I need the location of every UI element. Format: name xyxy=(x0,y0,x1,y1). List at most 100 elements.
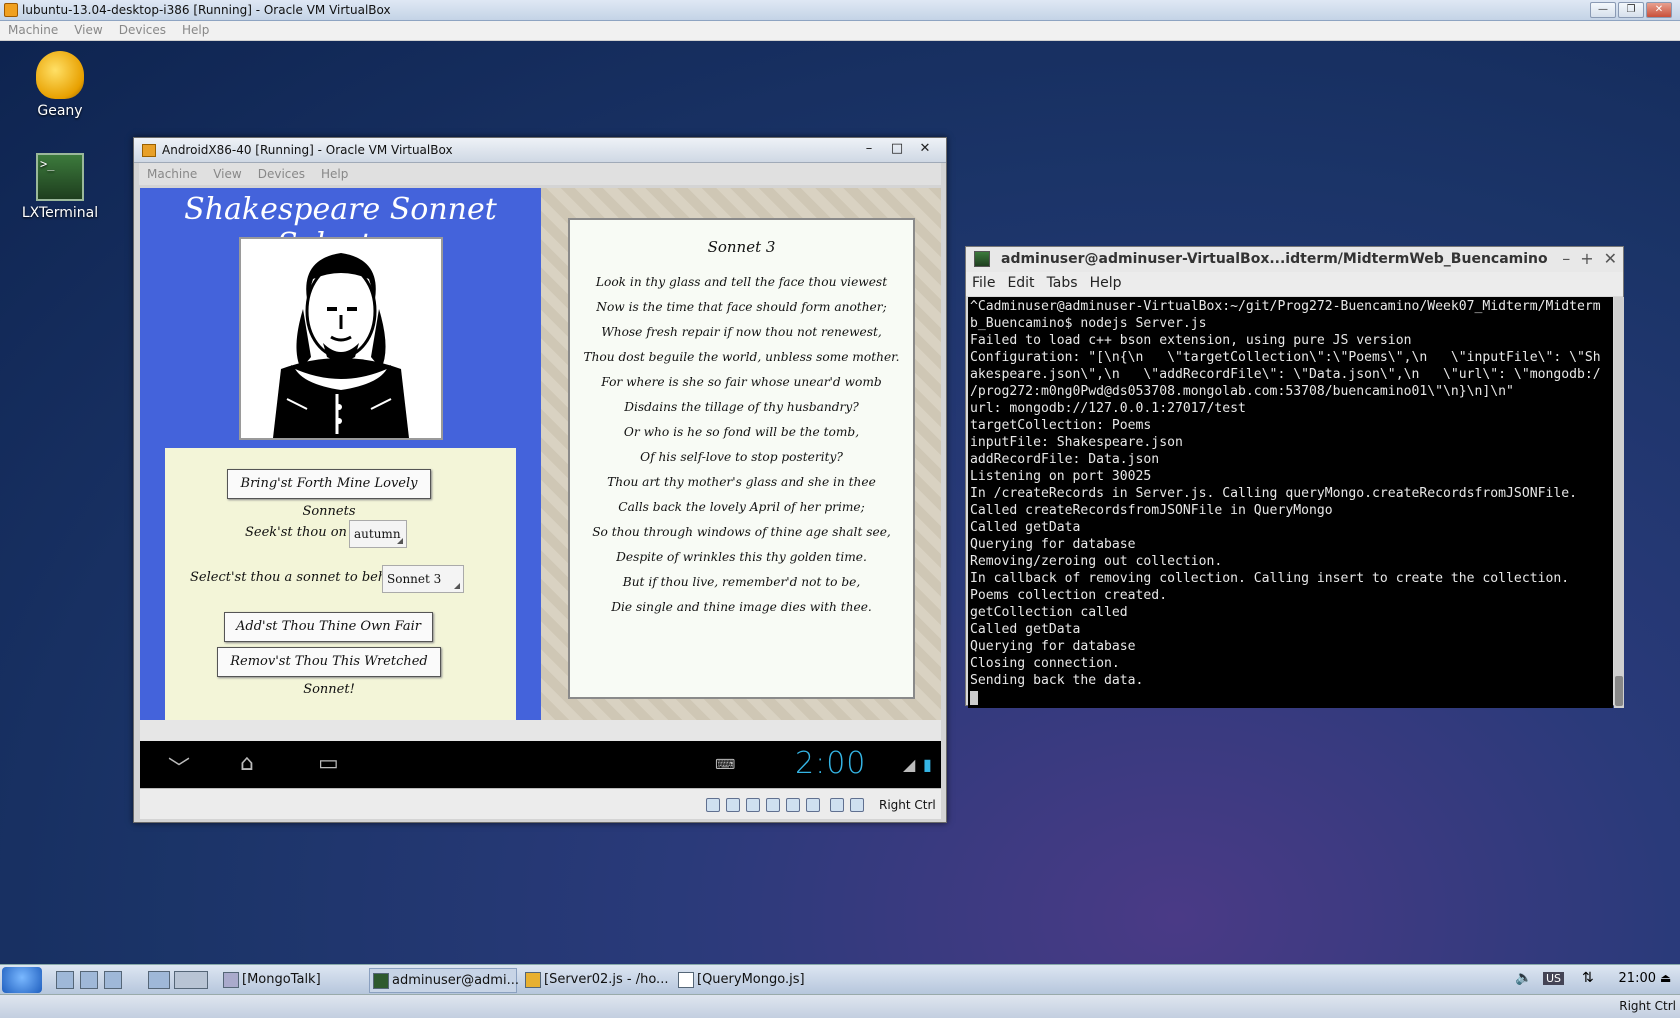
home-icon[interactable]: ⌂ xyxy=(240,751,254,776)
poem-lines: Look in thy glass and tell the face thou… xyxy=(570,270,913,620)
close-button[interactable]: ✕ xyxy=(1646,2,1672,18)
task-server02[interactable]: [Server02.js - /ho... xyxy=(522,968,672,993)
browser-icon[interactable] xyxy=(80,971,98,989)
volume-icon[interactable]: 🔈 xyxy=(1515,970,1533,988)
terminal-title: adminuser@adminuser-VirtualBox...idterm/… xyxy=(1001,251,1548,267)
menu-help[interactable]: Help xyxy=(313,163,356,185)
recent-apps-icon[interactable]: ▭ xyxy=(318,751,339,776)
android-vm-window: AndroidX86-40 [Running] - Oracle VM Virt… xyxy=(133,137,947,823)
poem-line: Disdains the tillage of thy husbandry? xyxy=(624,400,859,414)
menu-machine[interactable]: Machine xyxy=(139,163,205,185)
minimize-button[interactable]: – xyxy=(858,141,880,159)
terminal-line: Closing connection. xyxy=(970,656,1120,671)
scrollbar-thumb[interactable] xyxy=(1615,676,1623,706)
workspace-1-icon[interactable] xyxy=(148,971,170,989)
menu-devices[interactable]: Devices xyxy=(111,21,174,39)
network-icon[interactable] xyxy=(786,798,800,812)
android-window-title: AndroidX86-40 [Running] - Oracle VM Virt… xyxy=(162,143,453,157)
taskbar: [MongoTalk] adminuser@admi... [Server02.… xyxy=(0,964,1680,994)
file-manager-icon[interactable] xyxy=(56,971,74,989)
menu-help[interactable]: Help xyxy=(1084,272,1128,296)
terminal-line: Sending back the data. xyxy=(970,673,1144,688)
teapot-icon xyxy=(525,972,541,988)
terminal-line: Poems collection created. xyxy=(970,588,1168,603)
minimize-button[interactable]: — xyxy=(1590,2,1616,18)
terminal-cursor xyxy=(970,690,978,705)
back-icon[interactable]: ﹀ xyxy=(168,751,190,783)
menu-view[interactable]: View xyxy=(205,163,249,185)
terminal-output[interactable]: ^Cadminuser@adminuser-VirtualBox:~/git/P… xyxy=(968,297,1613,708)
menu-devices[interactable]: Devices xyxy=(250,163,313,185)
terminal-line: addRecordFile: Data.json xyxy=(970,452,1160,467)
sonnet-select[interactable]: Sonnet 3 xyxy=(382,565,464,593)
task-terminal[interactable]: adminuser@admi... xyxy=(369,968,519,993)
menu-help[interactable]: Help xyxy=(174,21,217,39)
vm-status-bar: Right Ctrl xyxy=(140,788,941,819)
terminal-scrollbar[interactable] xyxy=(1614,297,1624,708)
close-button[interactable]: ✕ xyxy=(1604,249,1617,268)
terminal-line: url: mongodb://127.0.0.1:27017/test xyxy=(970,401,1246,416)
season-select[interactable]: autumn xyxy=(349,520,407,548)
keyboard-icon: ⌨ xyxy=(715,757,736,773)
dropdown-arrow-icon xyxy=(454,583,460,589)
task-mongotalk[interactable]: [MongoTalk] xyxy=(220,968,358,993)
poem-line: Now is the time that face should form an… xyxy=(596,300,887,314)
poem-line: So thou through windows of thine age sha… xyxy=(592,525,891,539)
menu-file[interactable]: File xyxy=(966,272,1001,296)
terminal-menu-bar: File Edit Tabs Help xyxy=(966,272,1623,296)
mouse-integration-icon[interactable] xyxy=(830,798,844,812)
menu-machine[interactable]: Machine xyxy=(0,21,66,39)
desktop-icon-lxterminal[interactable]: >_ LXTerminal xyxy=(5,153,115,221)
bring-sonnets-button[interactable]: Bring'st Forth Mine Lovely Sonnets xyxy=(227,469,431,519)
host-menu-bar: Machine View Devices Help xyxy=(0,21,1680,41)
terminal-line: Called createRecordsfromJSONFile in Quer… xyxy=(970,503,1333,518)
maximize-button[interactable]: □ xyxy=(886,141,908,159)
optical-drive-icon[interactable] xyxy=(726,798,740,812)
desktop-icon-label: Geany xyxy=(37,103,83,119)
hard-disk-icon[interactable] xyxy=(706,798,720,812)
terminal-line: Querying for database xyxy=(970,537,1136,552)
system-clock[interactable]: 21:00 xyxy=(1619,971,1656,986)
keyboard-layout[interactable]: US xyxy=(1543,972,1565,985)
menu-edit[interactable]: Edit xyxy=(1001,272,1040,296)
start-menu-button[interactable] xyxy=(2,967,42,993)
maximize-button[interactable]: + xyxy=(1580,249,1593,268)
close-button[interactable]: ✕ xyxy=(914,141,936,159)
show-desktop-icon[interactable] xyxy=(104,971,122,989)
terminal-titlebar[interactable]: adminuser@adminuser-VirtualBox...idterm/… xyxy=(966,247,1623,272)
video-capture-icon[interactable] xyxy=(806,798,820,812)
terminal-line: /prog272:m0ng0Pwd@ds053708.mongolab.com:… xyxy=(970,384,1514,399)
poem-line: Look in thy glass and tell the face thou… xyxy=(595,275,888,289)
usb-icon[interactable] xyxy=(746,798,760,812)
menu-view[interactable]: View xyxy=(66,21,110,39)
virtualbox-icon xyxy=(142,144,156,157)
poem-line: Thou dost beguile the world, unbless som… xyxy=(583,350,900,364)
host-key-arrow-icon[interactable] xyxy=(850,798,864,812)
remove-sonnet-button[interactable]: Remov'st Thou This Wretched Sonnet! xyxy=(217,647,441,697)
shutdown-icon[interactable]: ⏏ xyxy=(1660,971,1678,989)
shared-folder-icon[interactable] xyxy=(766,798,780,812)
task-querymongo[interactable]: [QueryMongo.js] xyxy=(675,968,825,993)
terminal-line: Called getData xyxy=(970,520,1081,535)
poem-line: But if thou live, remember'd not to be, xyxy=(622,575,861,589)
terminal-icon xyxy=(373,973,389,989)
shakespeare-portrait xyxy=(239,237,443,440)
android-gray-strip xyxy=(140,720,941,741)
terminal-line: b_Buencamino$ nodejs Server.js xyxy=(970,316,1207,331)
android-menu-bar: Machine View Devices Help xyxy=(139,163,941,185)
host-status-bar: Right Ctrl xyxy=(0,994,1680,1018)
network-icon[interactable]: ⇅ xyxy=(1582,970,1600,988)
seek-label: Seek'st thou on ... xyxy=(245,525,364,540)
host-window-title: lubuntu-13.04-desktop-i386 [Running] - O… xyxy=(22,3,391,17)
add-sonnet-button[interactable]: Add'st Thou Thine Own Fair Sonnet xyxy=(224,612,433,662)
workspace-2-icon[interactable] xyxy=(174,971,208,989)
terminal-line: akespeare.json\",\n \"addRecordFile\": \… xyxy=(970,367,1601,382)
restore-button[interactable]: ❐ xyxy=(1618,2,1644,18)
terminal-line: Failed to load c++ bson extension, using… xyxy=(970,333,1412,348)
android-window-titlebar[interactable]: AndroidX86-40 [Running] - Oracle VM Virt… xyxy=(134,138,946,163)
menu-tabs[interactable]: Tabs xyxy=(1041,272,1084,296)
terminal-line: getCollection called xyxy=(970,605,1128,620)
minimize-button[interactable]: – xyxy=(1562,249,1570,268)
desktop-icon-geany[interactable]: Geany xyxy=(5,51,115,119)
signal-icon: ◢ xyxy=(903,755,916,774)
